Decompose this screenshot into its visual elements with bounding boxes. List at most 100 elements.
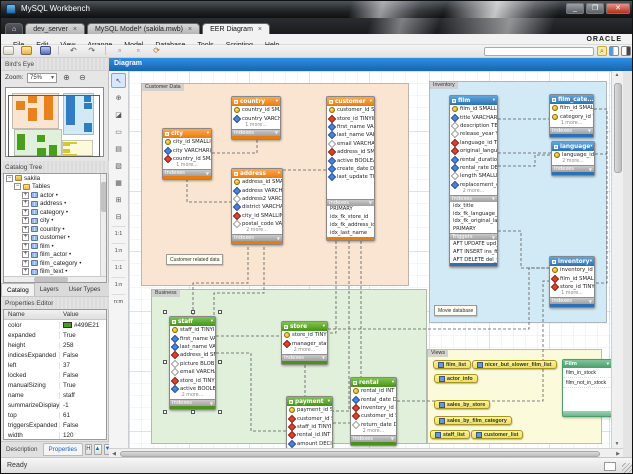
section-row[interactable]: AFT INSERT ins_film (450, 248, 497, 256)
section-row[interactable]: PRIMARY (450, 225, 497, 233)
section-row[interactable]: PRIMARY (327, 206, 374, 214)
filter-icon[interactable]: ▼ (589, 299, 592, 304)
tree-item-customer[interactable]: +customer • (4, 234, 106, 243)
table-film-cate[interactable]: film_cate...▾film_id SMALLINTcategory_id… (549, 94, 594, 138)
column-row[interactable]: staff_id TINYINT (287, 423, 332, 431)
tree-item-film-text[interactable]: +film_text • (4, 268, 106, 277)
expander-icon[interactable]: + (22, 251, 29, 258)
column-row[interactable]: district VARCHAR(20) (232, 203, 282, 211)
table-header[interactable]: inventory▾ (550, 257, 594, 266)
filter-icon[interactable]: ▼ (492, 196, 495, 201)
filter-icon[interactable]: ▼ (206, 171, 209, 176)
expander-icon[interactable]: + (22, 226, 29, 233)
tree-item-category[interactable]: +category • (4, 208, 106, 217)
view-tool[interactable]: ⊞ (111, 192, 126, 207)
view-sales-by-film-category[interactable]: sales_by_film_category (434, 416, 512, 425)
table-country[interactable]: country▾country_id SMALLINTcountry VARCH… (231, 96, 281, 140)
expander-icon[interactable]: + (22, 260, 29, 267)
column-row[interactable]: rental_id INT (351, 387, 396, 395)
section-row[interactable]: AFT DELETE del_film (450, 256, 497, 264)
collapse-icon[interactable]: ▾ (207, 131, 209, 136)
column-row[interactable]: amount DECIMAL(... (287, 440, 332, 448)
rel-1ton-noniden-tool[interactable]: 1:n (111, 277, 126, 292)
selection-handle[interactable] (163, 410, 167, 414)
column-row[interactable]: address VARCHAR(50) (232, 186, 282, 194)
filter-icon[interactable]: ▼ (588, 128, 591, 133)
table-header[interactable]: film▾ (450, 96, 497, 105)
search-icon[interactable]: ⌕ (597, 46, 607, 56)
routine-group-tool[interactable]: ⊟ (111, 209, 126, 224)
column-row[interactable]: store_id TINYINT (170, 376, 215, 384)
column-row[interactable]: return_date DATE... (351, 421, 396, 429)
tree-item-tables[interactable]: −Tables (4, 183, 106, 192)
expander-icon[interactable]: + (22, 192, 29, 199)
expander-icon[interactable]: + (22, 217, 29, 224)
expander-icon[interactable]: + (22, 268, 29, 275)
column-row[interactable]: title VARCHAR(255) (450, 113, 497, 121)
section-row[interactable]: idx_last_name (327, 229, 374, 237)
tree-item-country[interactable]: +country • (4, 225, 106, 234)
vertical-scrollbar[interactable]: ▲ ▼ (611, 71, 623, 448)
tree-item-actor[interactable]: +actor • (4, 191, 106, 200)
table-header[interactable]: payment▾ (287, 397, 332, 406)
image-tool[interactable]: ▧ (111, 158, 126, 173)
rel-1to1-noniden-tool[interactable]: 1:1 (111, 260, 126, 275)
column-row[interactable]: payment_id SMAL... (287, 406, 332, 414)
collapse-icon[interactable]: ▾ (328, 399, 330, 404)
table-language[interactable]: language▾language_id TINY...2 more...Ind… (551, 141, 595, 176)
table-header[interactable]: country▾ (232, 97, 280, 106)
table-city[interactable]: city▾city_id SMALLINTcity VARCHAR(50)cou… (162, 128, 212, 180)
section-row[interactable]: idx_fk_address_id (327, 221, 374, 229)
column-row[interactable]: country_id SMALLINT (163, 155, 211, 163)
selection-handle[interactable] (218, 360, 222, 364)
collapse-icon[interactable]: ▾ (590, 144, 592, 149)
column-row[interactable]: replacement_cost D... (450, 181, 497, 189)
collapse-icon[interactable]: ▾ (370, 99, 372, 104)
property-row-color[interactable]: color#499E21 (4, 320, 106, 330)
tree-horizontal-scrollbar[interactable] (4, 276, 107, 282)
routine-group-header[interactable]: Film▾ (563, 360, 611, 368)
expander-icon[interactable]: + (22, 209, 29, 216)
scroll-down-icon[interactable]: ▼ (612, 441, 622, 447)
property-row-triggersexpanded[interactable]: triggersExpandedFalse (4, 420, 106, 430)
filter-icon[interactable]: ▼ (492, 235, 495, 240)
column-row[interactable]: rental_rate DECIMA... (450, 164, 497, 172)
tree-item-film-category[interactable]: +film_category • (4, 259, 106, 268)
minimap-viewport[interactable] (8, 95, 100, 157)
column-row[interactable]: rental_date DATE... (351, 395, 396, 403)
vertical-scroll-thumb[interactable] (614, 83, 622, 173)
table-staff[interactable]: staff▾staff_id TINYINTfirst_name VARCH..… (169, 316, 216, 410)
expander-icon[interactable]: − (6, 175, 13, 182)
tab-close-icon[interactable]: × (188, 26, 192, 33)
triggers-section-bar[interactable]: Triggers▼ (450, 233, 497, 240)
column-row[interactable]: first_name VARCHA... (327, 123, 374, 131)
property-row-summarizedisplay[interactable]: summarizeDisplay-1 (4, 400, 106, 410)
filter-icon[interactable]: ▼ (589, 167, 592, 172)
filter-icon[interactable]: ▼ (277, 236, 280, 241)
property-row-expanded[interactable]: expandedTrue (4, 330, 106, 340)
collapse-icon[interactable]: ▾ (392, 380, 394, 385)
property-row-top[interactable]: top61 (4, 410, 106, 420)
property-row-height[interactable]: height258 (4, 340, 106, 350)
selection-handle[interactable] (218, 310, 222, 314)
diagram-panel-header[interactable]: Diagram (109, 58, 633, 71)
indexes-section-bar[interactable]: Indexes▼ (282, 354, 327, 361)
expander-icon[interactable]: + (22, 234, 29, 241)
column-row[interactable]: address_id SMALL... (170, 351, 215, 359)
table-address[interactable]: address▾address_id SMALLINTaddress VARCH… (231, 168, 283, 245)
column-row[interactable]: address_id SMALLINT (327, 148, 374, 156)
indexes-section-bar[interactable]: Indexes▼ (232, 129, 280, 136)
table-header[interactable]: staff▾ (170, 317, 215, 326)
new-document-button[interactable] (3, 46, 14, 55)
maximize-button[interactable]: ❐ (586, 3, 604, 14)
column-row[interactable]: email VARCHAR(50) (170, 368, 215, 376)
scroll-thumb[interactable] (101, 182, 107, 212)
zoom-in-icon[interactable]: ⊕ (61, 72, 72, 83)
tree-item-sakila[interactable]: −sakila (4, 174, 106, 183)
expander-icon[interactable]: + (22, 200, 29, 207)
section-row[interactable]: idx_title (450, 202, 497, 210)
property-row-name[interactable]: namestaff (4, 390, 106, 400)
column-row[interactable]: rental_id INT (287, 431, 332, 439)
refresh-button[interactable]: ⟳ (151, 46, 162, 55)
table-store[interactable]: store▾store_id TINYINTmanager_staff_id .… (281, 321, 328, 365)
